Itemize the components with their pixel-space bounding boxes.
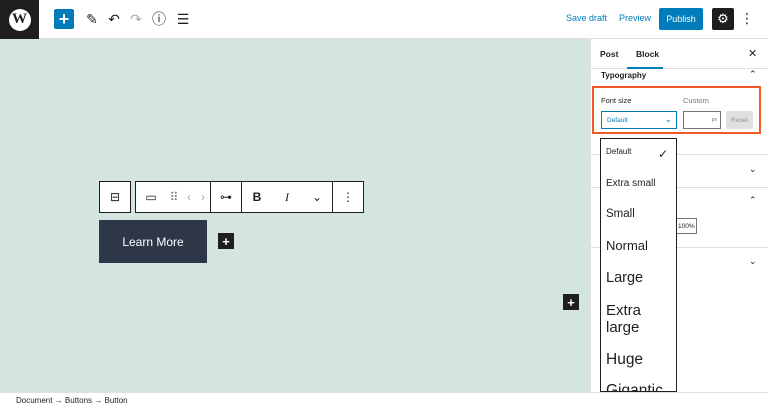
add-block-button[interactable]: + [54,9,74,29]
reset-button[interactable]: Reset [726,111,753,129]
inline-add-block-icon[interactable]: + [218,233,234,249]
font-size-option-small[interactable]: Small [606,208,635,221]
active-tab-indicator [627,67,663,69]
settings-gear-icon[interactable]: ⚙ [712,8,734,30]
typography-panel-title[interactable]: Typography [601,71,646,80]
font-size-option-extra-large[interactable]: Extra large [606,302,666,337]
chevron-down-icon[interactable]: ⌄ [749,256,757,267]
font-size-dropdown: Default ✓ Extra small Small Normal Large… [600,138,677,392]
drag-handle-icon[interactable]: ⠿ [166,182,182,212]
unit-label: px [711,117,717,123]
block-controls-group: ▭ ⠿ ‹ › ⊶ B I ⌄ ⋮ [135,181,364,213]
italic-button[interactable]: I [272,182,302,212]
font-size-option-huge[interactable]: Huge [606,351,643,369]
font-size-option-default[interactable]: Default [606,147,631,156]
chevron-down-icon: ⌄ [664,114,672,124]
font-size-select[interactable]: Default ⌄ [601,111,677,129]
checkmark-icon: ✓ [658,147,669,161]
breadcrumb[interactable]: Document → Buttons → Button [0,392,768,408]
move-right-icon[interactable]: › [196,182,210,212]
tab-block[interactable]: Block [636,49,659,59]
font-size-select-value: Default [607,117,628,124]
more-options-icon[interactable]: ⋮ [740,10,754,27]
parent-group: ⊟ [99,181,131,213]
editor-header: W + ✎ ↶ ↷ ⓘ ☰ Save draft Preview Publish… [0,0,768,39]
custom-size-label: Custom [683,96,709,105]
close-icon[interactable]: ✕ [748,47,757,60]
move-left-icon[interactable]: ‹ [182,182,196,212]
chevron-up-icon[interactable]: ⌃ [749,69,757,80]
width-percent-field[interactable]: 100% [675,218,697,234]
tab-post[interactable]: Post [600,49,618,59]
redo-icon[interactable]: ↷ [126,9,146,29]
chevron-up-icon[interactable]: ⌃ [749,195,757,206]
font-size-option-extra-small[interactable]: Extra small [606,178,655,190]
wordpress-logo[interactable]: W [0,0,39,39]
block-options-icon[interactable]: ⋮ [333,182,363,212]
undo-icon[interactable]: ↶ [104,9,124,29]
font-size-option-large[interactable]: Large [606,270,643,287]
learn-more-button-block[interactable]: Learn More [99,220,207,263]
button-block-icon[interactable]: ▭ [136,182,166,212]
save-draft-button[interactable]: Save draft [566,13,607,23]
canvas-add-block-icon[interactable]: + [563,294,579,310]
select-parent-icon[interactable]: ⊟ [100,182,130,212]
publish-button[interactable]: Publish [659,8,703,30]
block-toolbar: ⊟ ▭ ⠿ ‹ › ⊶ B I ⌄ ⋮ [99,181,364,213]
font-size-option-normal[interactable]: Normal [606,238,648,254]
editor-canvas[interactable]: ⊟ ▭ ⠿ ‹ › ⊶ B I ⌄ ⋮ Learn More + + [0,39,590,392]
sidebar-tabs: Post Block ✕ [591,39,768,69]
tools-pencil-icon[interactable]: ✎ [82,9,102,29]
list-view-icon[interactable]: ☰ [173,9,193,29]
bold-button[interactable]: B [242,182,272,212]
wordpress-logo-icon: W [8,8,31,31]
more-rich-text-chevron-icon[interactable]: ⌄ [302,182,332,212]
chevron-down-icon[interactable]: ⌄ [749,164,757,175]
info-icon[interactable]: ⓘ [149,9,169,29]
font-size-label: Font size [601,96,632,105]
font-size-option-gigantic[interactable]: Gigantic [606,382,663,391]
link-icon[interactable]: ⊶ [211,182,241,212]
custom-font-size-input[interactable]: px [683,111,721,129]
preview-button[interactable]: Preview [619,13,651,23]
